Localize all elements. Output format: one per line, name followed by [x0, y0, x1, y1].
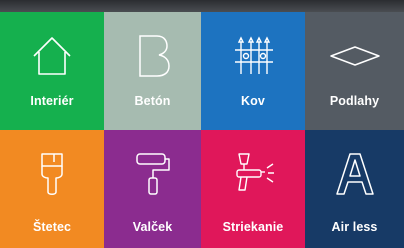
- tile-label: Podlahy: [329, 94, 380, 108]
- tile-striekanie[interactable]: Striekanie: [201, 130, 305, 248]
- tile-label: Striekanie: [222, 220, 284, 234]
- house-icon: [30, 32, 74, 80]
- letter-a-icon: [333, 150, 377, 198]
- tile-label: Valček: [132, 220, 173, 234]
- tile-label: Štetec: [32, 220, 72, 234]
- tile-air-less[interactable]: Air less: [305, 130, 404, 248]
- brush-icon: [30, 150, 74, 198]
- tile-label: Interiér: [30, 94, 74, 108]
- tile-interier[interactable]: Interiér: [0, 12, 104, 130]
- tile-stetec[interactable]: Štetec: [0, 130, 104, 248]
- spray-gun-icon: [231, 150, 275, 198]
- tile-label: Kov: [241, 94, 265, 108]
- tile-beton[interactable]: Betón: [104, 12, 201, 130]
- floor-tile-icon: [329, 32, 381, 80]
- tile-valcek[interactable]: Valček: [104, 130, 201, 248]
- paint-roller-icon: [131, 150, 175, 198]
- tile-kov[interactable]: Kov: [201, 12, 305, 130]
- top-strip: [0, 0, 404, 12]
- tile-label: Air less: [331, 220, 378, 234]
- fence-icon: [231, 32, 275, 80]
- category-grid: Interiér Betón Kov Podlahy Štetec Valček…: [0, 12, 404, 248]
- tile-podlahy[interactable]: Podlahy: [305, 12, 404, 130]
- tile-label: Betón: [134, 94, 171, 108]
- letter-b-icon: [131, 32, 175, 80]
